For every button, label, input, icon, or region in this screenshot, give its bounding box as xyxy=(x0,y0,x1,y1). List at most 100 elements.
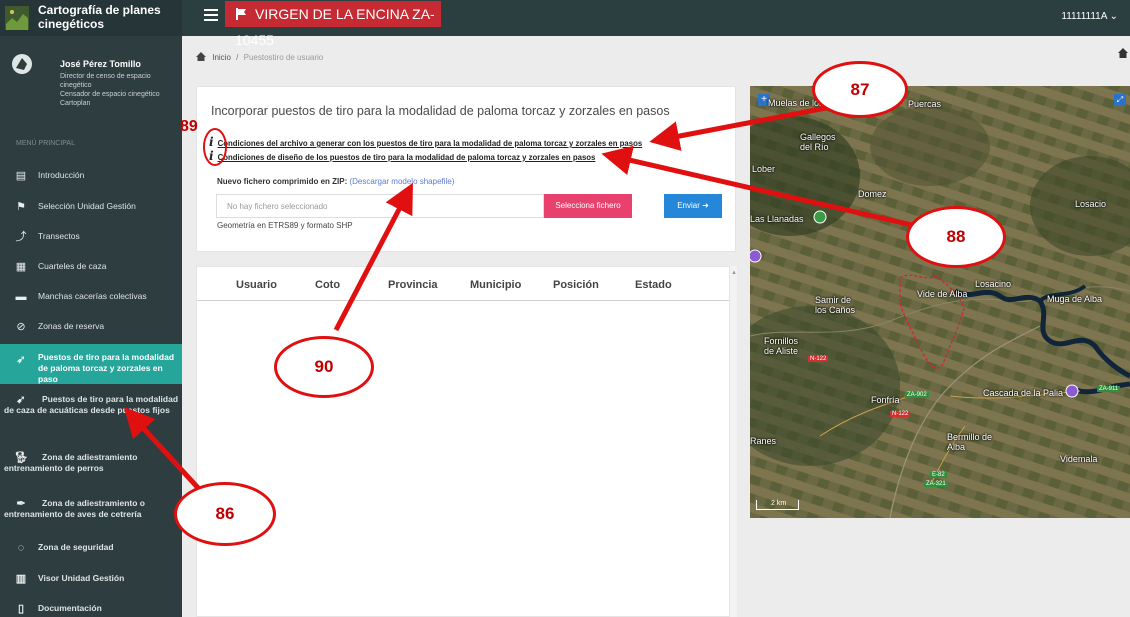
road-label: ZA-902 xyxy=(905,392,929,398)
sidebar-item-documentacion[interactable]: ▯ Documentación xyxy=(0,603,182,615)
sidebar-item-introduccion[interactable]: ▤ Introducción xyxy=(0,170,182,182)
sidebar-item-zona-seguridad[interactable]: ◌ Zona de seguridad xyxy=(0,542,182,554)
sidebar-item-label: Documentación xyxy=(38,603,102,613)
sidebar-item-label: Manchas cacerías colectivas xyxy=(38,291,147,301)
column-header-provincia[interactable]: Provincia xyxy=(388,279,438,291)
sidebar-item-zonas-reserva[interactable]: ⊘ Zonas de reserva xyxy=(0,321,182,333)
map-label: Gallegos del Río xyxy=(800,132,836,152)
sidebar-item-adiestramiento-perros[interactable]: 🐕︎ Zona de adiestramiento entrenamiento … xyxy=(0,452,182,474)
menu-title: MENÚ PRINCIPAL xyxy=(16,140,75,147)
map-scale: 2 km xyxy=(756,500,800,510)
trend-icon: ⤴ xyxy=(15,231,27,243)
profile-name: José Pérez Tomillo xyxy=(60,59,141,69)
road-label: E-82 xyxy=(930,472,947,478)
results-table: Usuario Coto Provincia Municipio Posició… xyxy=(196,266,736,617)
sidebar-item-seleccion-unidad[interactable]: ⚑ Selección Unidad Gestión xyxy=(0,201,182,213)
design-conditions-link[interactable]: Condiciones de diseño de los puestos de … xyxy=(218,153,596,162)
sidebar-item-label: Transectos xyxy=(38,231,80,241)
download-model-link[interactable]: (Descargar modelo shapefile) xyxy=(349,177,454,186)
table-scrollbar[interactable] xyxy=(729,266,737,617)
fullscreen-icon[interactable]: ⤢ xyxy=(1114,94,1126,106)
sidebar-item-label: Cuarteles de caza xyxy=(38,261,107,271)
map-label: Samir de los Caños xyxy=(815,295,856,315)
sidebar-item-manchas[interactable]: ▬ Manchas cacerías colectivas xyxy=(0,291,182,303)
breadcrumb-current: Puestostiro de usuario xyxy=(243,53,324,62)
column-header-usuario[interactable]: Usuario xyxy=(236,279,277,291)
annotation-89: 89 xyxy=(180,118,198,135)
sidebar-item-puestos-acuaticas[interactable]: ➹ Puestos de tiro para la modalidad de c… xyxy=(0,394,182,416)
duck-icon: ➹ xyxy=(16,394,26,406)
sidebar-item-puestos-paloma[interactable]: ➶ Puestos de tiro para la modalidad de p… xyxy=(0,344,182,384)
column-header-coto[interactable]: Coto xyxy=(315,279,340,291)
file-conditions-link[interactable]: Condiciones del archivo a generar con lo… xyxy=(218,139,643,148)
sidebar-item-cuarteles[interactable]: ▦ Cuarteles de caza xyxy=(0,261,182,273)
road-label: ZA-911 xyxy=(1097,386,1121,392)
boar-icon: ▬ xyxy=(15,291,27,303)
road-label: N-122 xyxy=(808,356,829,362)
sidebar-item-label: Zonas de reserva xyxy=(38,321,105,331)
map-label: Domez xyxy=(858,189,887,199)
map-label: Bermillo de Alba xyxy=(947,432,993,452)
map-label: Videmala xyxy=(1060,454,1098,464)
prohibited-icon: ⊘ xyxy=(16,321,26,333)
selected-coto-banner[interactable]: VIRGEN DE LA ENCINA ZA-10455 xyxy=(225,1,441,48)
geometry-note: Geometría en ETRS89 y formato SHP xyxy=(217,221,353,230)
sidebar-item-label: Puestos de tiro para la modalidad de pal… xyxy=(38,352,175,384)
check-circle-icon: ◌ xyxy=(17,542,25,554)
flag-icon: ⚑ xyxy=(16,201,26,213)
top-bar: Cartografía de planes cinegéticos VIRGEN… xyxy=(0,0,1130,48)
menu-toggle-icon[interactable] xyxy=(204,9,218,23)
map-label: Vide de Alba xyxy=(917,289,968,299)
annotation-86: 86 xyxy=(174,482,276,546)
info-icon: i xyxy=(209,149,214,163)
map-label: Cascada de la Palia xyxy=(983,388,1064,398)
home-icon[interactable] xyxy=(1118,48,1128,58)
sidebar-item-label: Introducción xyxy=(38,170,85,180)
sidebar-item-visor[interactable]: ▥ Visor Unidad Gestión xyxy=(0,573,182,585)
info-design-conditions[interactable]: i Condiciones de diseño de los puestos de… xyxy=(209,149,595,163)
column-header-posicion[interactable]: Posición xyxy=(553,279,599,291)
breadcrumb-separator: / xyxy=(236,53,239,62)
bird-icon: ➶ xyxy=(16,354,26,366)
coto-name: VIRGEN DE LA ENCINA ZA-10455 xyxy=(235,6,435,48)
map-viewer[interactable]: + ⤢ Muelas de los Caballeros Puercas Gal… xyxy=(750,86,1130,518)
user-menu[interactable]: 11111111A ⌄ xyxy=(1061,11,1118,22)
file-icon: ▯ xyxy=(17,603,25,615)
scroll-up-icon[interactable]: ▲ xyxy=(731,270,737,276)
profile-role: Director de censo de espacio cinegético … xyxy=(60,73,160,107)
file-input[interactable]: No hay fichero seleccionado xyxy=(216,194,544,218)
breadcrumb-home[interactable]: Inicio xyxy=(212,53,231,62)
map-label: Fonfría xyxy=(871,395,900,405)
app-title: Cartografía de planes cinegéticos xyxy=(38,3,161,31)
home-icon[interactable] xyxy=(196,52,206,61)
map-label: Ranes xyxy=(750,436,777,446)
map-label: Lober xyxy=(752,164,776,174)
header-divider xyxy=(197,300,735,301)
send-button[interactable]: Enviar ➜ xyxy=(664,194,722,218)
sidebar-item-adiestramiento-aves[interactable]: ✒ Zona de adiestramiento o entrenamiento… xyxy=(0,498,182,520)
dog-icon: 🐕︎ xyxy=(14,452,28,464)
info-file-conditions[interactable]: i Condiciones del archivo a generar con l… xyxy=(209,135,642,149)
upload-panel: Incorporar puestos de tiro para la modal… xyxy=(196,86,736,252)
road-label: N-122 xyxy=(890,411,911,417)
map-label: Puercas xyxy=(908,99,942,109)
sidebar: José Pérez Tomillo Director de censo de … xyxy=(0,36,182,617)
column-header-municipio[interactable]: Municipio xyxy=(470,279,521,291)
column-header-estado[interactable]: Estado xyxy=(635,279,672,291)
road-label: ZA-321 xyxy=(924,481,948,487)
map-icon: ▥ xyxy=(15,573,27,585)
annotation-87: 87 xyxy=(812,61,908,118)
annotation-90: 90 xyxy=(274,336,374,398)
brand: Cartografía de planes cinegéticos xyxy=(0,0,182,36)
sidebar-item-transectos[interactable]: ⤴ Transectos xyxy=(0,231,182,243)
document-icon: ▤ xyxy=(15,170,27,182)
map-label: Fornillos de Aliste xyxy=(764,336,799,356)
info-icon: i xyxy=(209,135,214,149)
select-file-button[interactable]: Selecciona fichero xyxy=(544,194,632,218)
feather-icon: ✒ xyxy=(16,498,26,510)
sidebar-item-label: Visor Unidad Gestión xyxy=(38,573,125,583)
grid-icon: ▦ xyxy=(15,261,27,273)
breadcrumb: Inicio / Puestostiro de usuario xyxy=(196,52,323,62)
avatar xyxy=(12,54,32,74)
map-label: Las Llanadas xyxy=(750,214,804,224)
